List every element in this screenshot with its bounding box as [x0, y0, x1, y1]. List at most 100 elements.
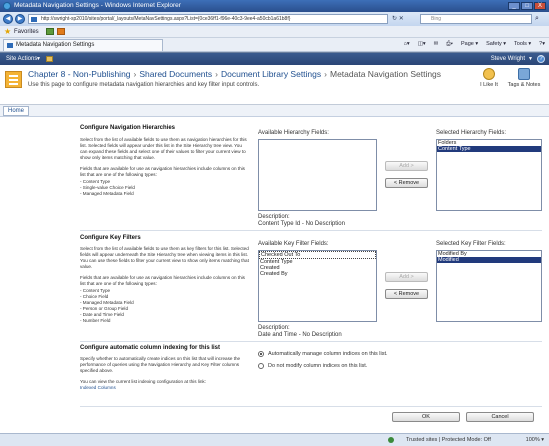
feeds-icon[interactable] — [57, 28, 65, 35]
window-controls: _ □ X — [508, 2, 546, 10]
description-value: Date and Time - No Description — [258, 332, 342, 338]
minimize-button[interactable]: _ — [508, 2, 520, 10]
tab-row: Metadata Navigation Settings ⌂▾ ◫▾ ✉ ⎙▾ … — [0, 38, 549, 52]
no-index-radio[interactable] — [258, 363, 264, 369]
favorites-bar: ★ Favorites — [0, 26, 549, 38]
hierarchies-title: Configure Navigation Hierarchies — [80, 125, 176, 131]
cancel-button[interactable]: Cancel — [466, 412, 534, 422]
close-button[interactable]: X — [534, 2, 546, 10]
keyfilters-types-intro: Fields that are available for use as nav… — [80, 275, 245, 286]
forward-button[interactable]: ▶ — [15, 14, 25, 24]
indexing-title: Configure automatic column indexing for … — [80, 345, 221, 351]
available-keyfilter-list[interactable]: Checked Out To Content Type Created Crea… — [258, 250, 377, 322]
navigate-up-icon[interactable] — [46, 56, 53, 62]
auto-index-option[interactable]: Automatically manage column indices on t… — [258, 351, 388, 357]
list-item[interactable]: Created By — [259, 271, 376, 277]
breadcrumb-settings[interactable]: Document Library Settings — [221, 69, 321, 79]
like-it-button[interactable]: I Like It — [478, 68, 500, 88]
no-index-label: Do not modify column indices on this lis… — [268, 363, 368, 369]
sharepoint-topbar: Site Actions ▼ Steve Wright ▼ ? — [0, 53, 549, 65]
tags-notes-button[interactable]: Tags & Notes — [505, 68, 543, 88]
search-icon[interactable]: ⌕ — [535, 14, 546, 24]
page-description: Use this page to configure metadata navi… — [28, 82, 260, 88]
indexing-text: Specify whether to automatically create … — [80, 356, 250, 391]
tag-icon — [518, 68, 530, 80]
zone-check-icon — [388, 437, 394, 443]
list-item-focused[interactable]: Checked Out To — [259, 251, 376, 259]
list-item-selected[interactable]: Modified — [437, 257, 541, 263]
refresh-stop-icons[interactable]: ↻ ✕ — [392, 15, 404, 22]
hierarchies-desc: Select from the list of available fields… — [80, 137, 247, 160]
help-menu[interactable]: ?▾ — [539, 41, 545, 48]
zoom-level[interactable]: 100% ▾ — [526, 434, 544, 446]
like-it-label: I Like It — [480, 82, 498, 88]
add-keyfilter-button[interactable]: Add > — [385, 272, 428, 282]
keyfilters-text: Select from the list of available fields… — [80, 246, 250, 324]
status-bar: Trusted sites | Protected Mode: Off 100%… — [0, 433, 549, 446]
help-icon[interactable]: ? — [537, 55, 545, 63]
section-divider — [80, 406, 542, 407]
no-index-option[interactable]: Do not modify column indices on this lis… — [258, 363, 367, 369]
site-actions-menu[interactable]: Site Actions — [6, 53, 37, 65]
feeds-command-icon[interactable]: ◫▾ — [418, 41, 426, 48]
breadcrumb-site[interactable]: Chapter 8 - Non-Publishing — [28, 69, 131, 79]
home-icon[interactable]: ⌂▾ — [404, 41, 410, 48]
selected-hierarchy-list[interactable]: Folders Content Type — [436, 139, 542, 211]
favorites-star-icon[interactable]: ★ — [4, 27, 11, 37]
home-tab[interactable]: Home — [3, 106, 30, 116]
indexing-desc: Specify whether to automatically create … — [80, 356, 241, 373]
available-hierarchy-list[interactable] — [258, 139, 377, 211]
available-keyfilter-label: Available Key Filter Fields: — [258, 241, 329, 247]
user-chevron-icon[interactable]: ▼ — [528, 53, 533, 65]
description-label: Description: — [258, 214, 290, 220]
page-icon — [31, 17, 37, 22]
auto-index-label: Automatically manage column indices on t… — [268, 351, 388, 357]
mail-icon[interactable]: ✉ — [434, 41, 439, 48]
security-zone[interactable]: Trusted sites | Protected Mode: Off — [396, 434, 491, 446]
tags-notes-label: Tags & Notes — [507, 82, 541, 88]
window-titlebar: Metadata Navigation Settings - Windows I… — [0, 0, 549, 12]
available-hierarchy-label: Available Hierarchy Fields: — [258, 130, 329, 136]
site-logo-icon[interactable] — [5, 71, 22, 88]
breadcrumb: Chapter 8 - Non-Publishing › Shared Docume… — [28, 69, 441, 79]
favorites-label[interactable]: Favorites — [14, 29, 39, 35]
tools-menu[interactable]: Tools ▾ — [514, 41, 531, 48]
hierarchies-types-intro: Fields that are available for use as nav… — [80, 166, 245, 177]
selected-keyfilter-list[interactable]: Modified By Modified — [436, 250, 542, 322]
breadcrumb-library[interactable]: Shared Documents — [139, 69, 212, 79]
breadcrumb-separator: › — [324, 69, 327, 79]
url-input[interactable]: http://swright-sp2010/sites/portal/_layo… — [28, 14, 388, 24]
url-text: http://swright-sp2010/sites/portal/_layo… — [41, 16, 291, 22]
safety-menu[interactable]: Safety ▾ — [486, 41, 506, 48]
add-hierarchy-button[interactable]: Add > — [385, 161, 428, 171]
user-menu[interactable]: Steve Wright — [491, 53, 525, 65]
top-nav: Home — [0, 105, 549, 117]
page-menu[interactable]: Page ▾ — [461, 41, 478, 48]
description-label: Description: — [258, 325, 290, 331]
list-item-selected[interactable]: Content Type — [437, 146, 541, 152]
auto-index-radio[interactable] — [258, 351, 264, 357]
main-content: Configure Navigation Hierarchies Select … — [0, 117, 549, 433]
remove-hierarchy-button[interactable]: < Remove — [385, 178, 428, 188]
search-input[interactable]: Bing — [420, 14, 532, 24]
ok-button[interactable]: OK — [392, 412, 460, 422]
ie-logo-icon — [3, 2, 11, 10]
maximize-button[interactable]: □ — [521, 2, 533, 10]
selected-hierarchy-label: Selected Hierarchy Fields: — [436, 130, 507, 136]
address-bar: ◀ ▶ http://swright-sp2010/sites/portal/_… — [0, 12, 549, 26]
thumbs-up-icon — [483, 68, 495, 80]
indexed-columns-link[interactable]: Indexed Columns — [80, 385, 250, 391]
type-item: - Number Field — [80, 318, 111, 323]
breadcrumb-separator: › — [215, 69, 218, 79]
tab-page-icon — [7, 43, 13, 48]
browser-tab[interactable]: Metadata Navigation Settings — [3, 39, 163, 51]
section-divider — [80, 341, 542, 342]
print-icon[interactable]: ⎙▾ — [446, 41, 453, 48]
back-button[interactable]: ◀ — [3, 14, 13, 24]
add-favorite-icon[interactable] — [46, 28, 54, 35]
chevron-down-icon[interactable]: ▼ — [36, 53, 41, 65]
hierarchy-description: Description: Content Type Id - No Descri… — [258, 214, 345, 228]
command-bar: ⌂▾ ◫▾ ✉ ⎙▾ Page ▾ Safety ▾ Tools ▾ ?▾ — [404, 41, 545, 48]
type-item: - Managed Metadata Field — [80, 191, 134, 196]
remove-keyfilter-button[interactable]: < Remove — [385, 289, 428, 299]
